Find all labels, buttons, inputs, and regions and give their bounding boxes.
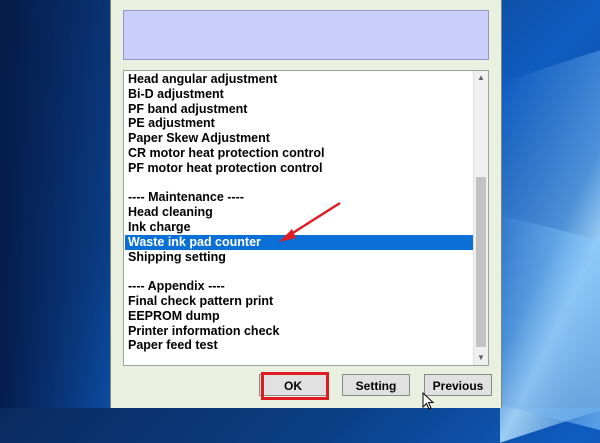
setting-button[interactable]: Setting [342, 374, 410, 396]
list-item[interactable]: Waste ink pad counter [125, 234, 473, 250]
scroll-up-arrow-icon[interactable]: ▲ [474, 71, 488, 85]
list-item[interactable]: ---- Appendix ---- [125, 279, 473, 294]
list-item[interactable]: CR motor heat protection control [125, 146, 473, 161]
ok-button[interactable]: OK [259, 374, 327, 396]
wallpaper-light-beam [500, 37, 600, 443]
wallpaper-light-beam-lower [500, 215, 600, 435]
list-item[interactable]: EEPROM dump [125, 309, 473, 324]
list-item[interactable]: PE adjustment [125, 116, 473, 131]
list-item[interactable]: Head cleaning [125, 205, 473, 220]
list-item[interactable]: Head angular adjustment [125, 72, 473, 87]
list-item[interactable]: ---- Maintenance ---- [125, 190, 473, 205]
function-list: Head angular adjustment Bi-D adjustment PF… [125, 72, 473, 364]
list-item[interactable]: Paper Skew Adjustment [125, 131, 473, 146]
list-item[interactable]: PF motor heat protection control [125, 161, 473, 176]
list-item[interactable]: PF band adjustment [125, 102, 473, 117]
scroll-down-arrow-icon[interactable]: ▼ [474, 351, 488, 365]
list-item[interactable]: Final check pattern print [125, 294, 473, 309]
model-info-box [123, 10, 489, 60]
list-item[interactable]: Shipping setting [125, 250, 473, 265]
list-item[interactable]: Bi-D adjustment [125, 87, 473, 102]
scrollbar-thumb[interactable] [476, 177, 486, 347]
function-list-box[interactable]: Head angular adjustment Bi-D adjustment PF… [123, 70, 489, 366]
mouse-cursor-icon [422, 392, 435, 410]
list-item[interactable]: Ink charge [125, 220, 473, 235]
list-item[interactable]: Printer information check [125, 324, 473, 339]
wallpaper-shade [0, 0, 110, 408]
list-scrollbar[interactable]: ▲ ▼ [473, 71, 488, 365]
list-item[interactable]: Paper feed test [125, 338, 473, 353]
adjustment-program-dialog: Head angular adjustment Bi-D adjustment PF… [110, 0, 502, 410]
